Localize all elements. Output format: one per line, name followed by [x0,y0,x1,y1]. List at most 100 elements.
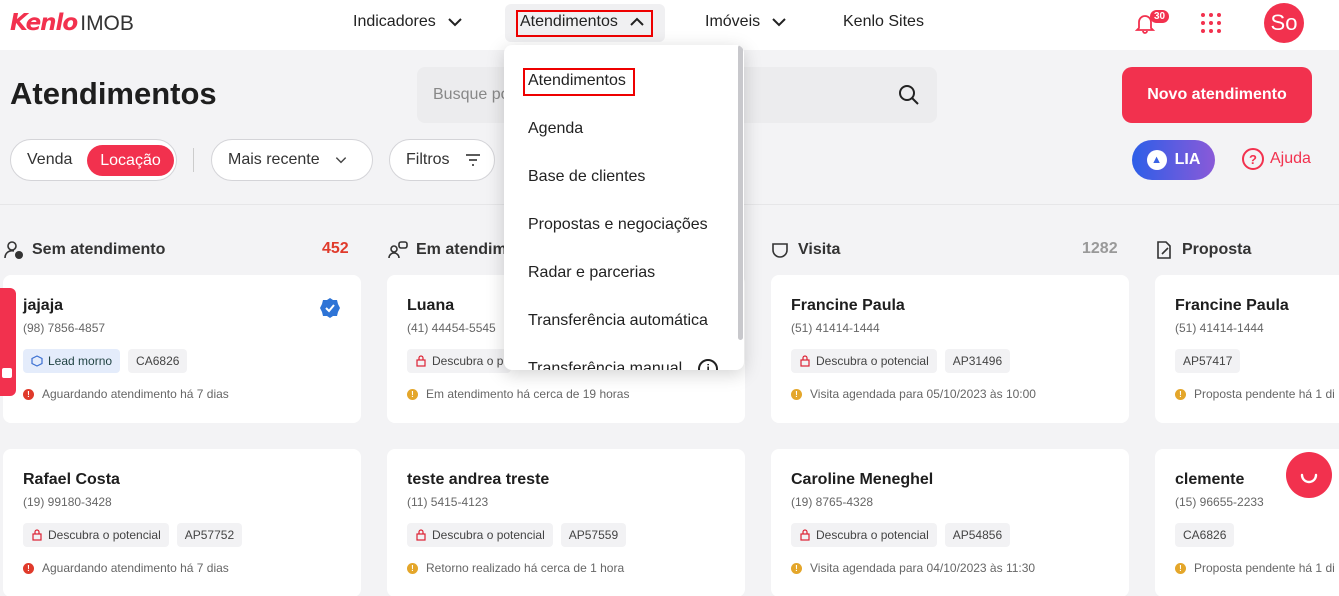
lead-name: Rafael Costa [23,471,120,488]
column-title: Proposta [1182,241,1252,258]
menu-item-transferencia-automatica[interactable]: Transferência automática [528,312,708,330]
sort-label: Mais recente [228,151,320,168]
lock-icon [800,529,810,541]
lead-card[interactable]: Francine Paula (51) 41414-1444 Descubra … [771,275,1129,423]
kenlo-logo[interactable]: Kenlo IMOB [10,10,134,36]
lead-status: ! Aguardando atendimento há 7 dias [23,561,229,575]
column-title: Visita [798,241,841,258]
atendimentos-dropdown-menu: Atendimentos Agenda Base de clientes Pro… [504,45,744,370]
nav-item-kenlo-sites[interactable]: Kenlo Sites [843,13,924,31]
lead-phone: (19) 99180-3428 [23,495,112,509]
lead-phone: (51) 41414-1444 [1175,321,1264,335]
lock-icon [416,355,426,367]
logo-brand: Kenlo [10,10,78,36]
lead-card[interactable]: jajaja (98) 7856-4857 Lead morno CA6826 … [3,275,361,423]
info-icon: i [698,359,719,370]
nav-item-indicadores[interactable]: Indicadores [353,13,464,31]
page-title: Atendimentos [10,76,217,111]
chevron-down-icon [448,18,462,27]
chevron-down-icon [335,157,346,164]
search-icon[interactable] [898,84,920,106]
highlight-box-menu [523,68,635,96]
menu-item-base-de-clientes[interactable]: Base de clientes [528,168,645,186]
new-attendance-button[interactable]: Novo atendimento [1122,67,1312,123]
lead-name: Francine Paula [791,297,905,314]
tag-lead-temperature: Descubra o potencial [407,523,553,547]
column-header-sem-atendimento: Sem atendimento [4,240,165,260]
column-title: Sem atendimento [32,241,166,258]
column-count: 452 [322,240,349,257]
filters-label: Filtros [406,151,450,168]
lead-status: ! Proposta pendente há 1 di [1175,561,1335,575]
tag-property-code: CA6826 [1175,523,1235,547]
alert-icon: ! [23,388,34,400]
question-icon: ? [1242,148,1264,170]
user-clock-icon [4,241,23,259]
notification-count-badge: 30 [1150,10,1170,23]
tag-lead-temperature: Descubra o potencial [23,523,169,547]
menu-item-label: Transferência manual [528,360,683,370]
tag-lead-temperature: Lead morno [23,349,121,373]
shield-check-icon [772,243,788,258]
sort-dropdown[interactable]: Mais recente [211,139,373,181]
lead-name: clemente [1175,471,1245,488]
column-count: 1282 [1082,240,1118,257]
alert-icon: ! [407,562,418,574]
lock-icon [800,355,810,367]
alert-icon: ! [407,388,418,400]
tag-lead-temperature: Descubra o potencial [791,523,937,547]
lead-name: Luana [407,297,455,314]
lead-phone: (41) 44454-5545 [407,321,496,335]
lead-card[interactable]: Rafael Costa (19) 99180-3428 Descubra o … [3,449,361,596]
chat-user-icon [388,241,408,259]
lead-name: Caroline Meneghel [791,471,934,488]
nav-item-imoveis[interactable]: Imóveis [705,13,788,31]
lead-phone: (11) 5415-4123 [407,495,489,509]
lock-icon [32,529,42,541]
column-title: Em atendim [416,241,507,258]
lock-icon [416,529,426,541]
lead-status: ! Visita agendada para 04/10/2023 às 11:… [791,561,1035,575]
tag-lead-temperature: Descubra o potencial [791,349,937,373]
lead-card[interactable]: Francine Paula (51) 41414-1444 AP57417 !… [1155,275,1339,423]
menu-item-transferencia-manual[interactable]: Transferência manual i [528,359,719,370]
alert-icon: ! [791,562,802,574]
filter-lines-icon [465,154,480,166]
chat-support-button[interactable] [1286,452,1332,498]
verified-badge-icon [320,298,340,318]
column-header-em-atendimento: Em atendim [388,240,507,260]
lead-card[interactable]: teste andrea treste (11) 5415-4123 Descu… [387,449,745,596]
dropdown-scrollbar[interactable] [738,45,743,340]
deal-type-toggle: Venda Locação [10,139,177,181]
toggle-venda[interactable]: Venda [27,151,72,169]
lia-button[interactable]: ▲ LIA [1132,140,1215,180]
highlight-box-nav [516,10,653,37]
tag-lead-temperature: Descubra o p [407,349,512,373]
nav-item-label: Indicadores [353,13,436,30]
lead-phone: (98) 7856-4857 [23,321,106,335]
lead-status: ! Visita agendada para 05/10/2023 às 10:… [791,387,1036,401]
nav-item-label: Kenlo Sites [843,13,924,30]
alert-icon: ! [1175,388,1186,400]
toggle-locacao[interactable]: Locação [87,145,174,176]
filters-button[interactable]: Filtros [389,139,495,181]
lead-name: jajaja [23,297,64,314]
menu-item-radar-parcerias[interactable]: Radar e parcerias [528,264,655,282]
column-header-visita: Visita [770,240,840,260]
tag-property-code: AP57559 [560,523,627,547]
tag-property-code: AP31496 [944,349,1011,373]
apps-grid-icon[interactable] [1201,13,1221,33]
help-link[interactable]: ? Ajuda [1242,148,1311,170]
help-label: Ajuda [1270,150,1311,167]
menu-item-propostas[interactable]: Propostas e negociações [528,216,708,234]
lia-logo-icon: ▲ [1146,150,1167,170]
alert-icon: ! [791,388,802,400]
lead-name: Francine Paula [1175,297,1289,314]
lead-card[interactable]: Caroline Meneghel (19) 8765-4328 Descubr… [771,449,1129,596]
menu-item-agenda[interactable]: Agenda [528,120,583,138]
feedback-side-tab[interactable] [0,288,16,396]
lead-status: ! Retorno realizado há cerca de 1 hora [407,561,624,575]
lead-status: ! Aguardando atendimento há 7 dias [23,387,229,401]
tag-property-code: AP57752 [176,523,243,547]
user-avatar[interactable]: So [1264,3,1304,43]
